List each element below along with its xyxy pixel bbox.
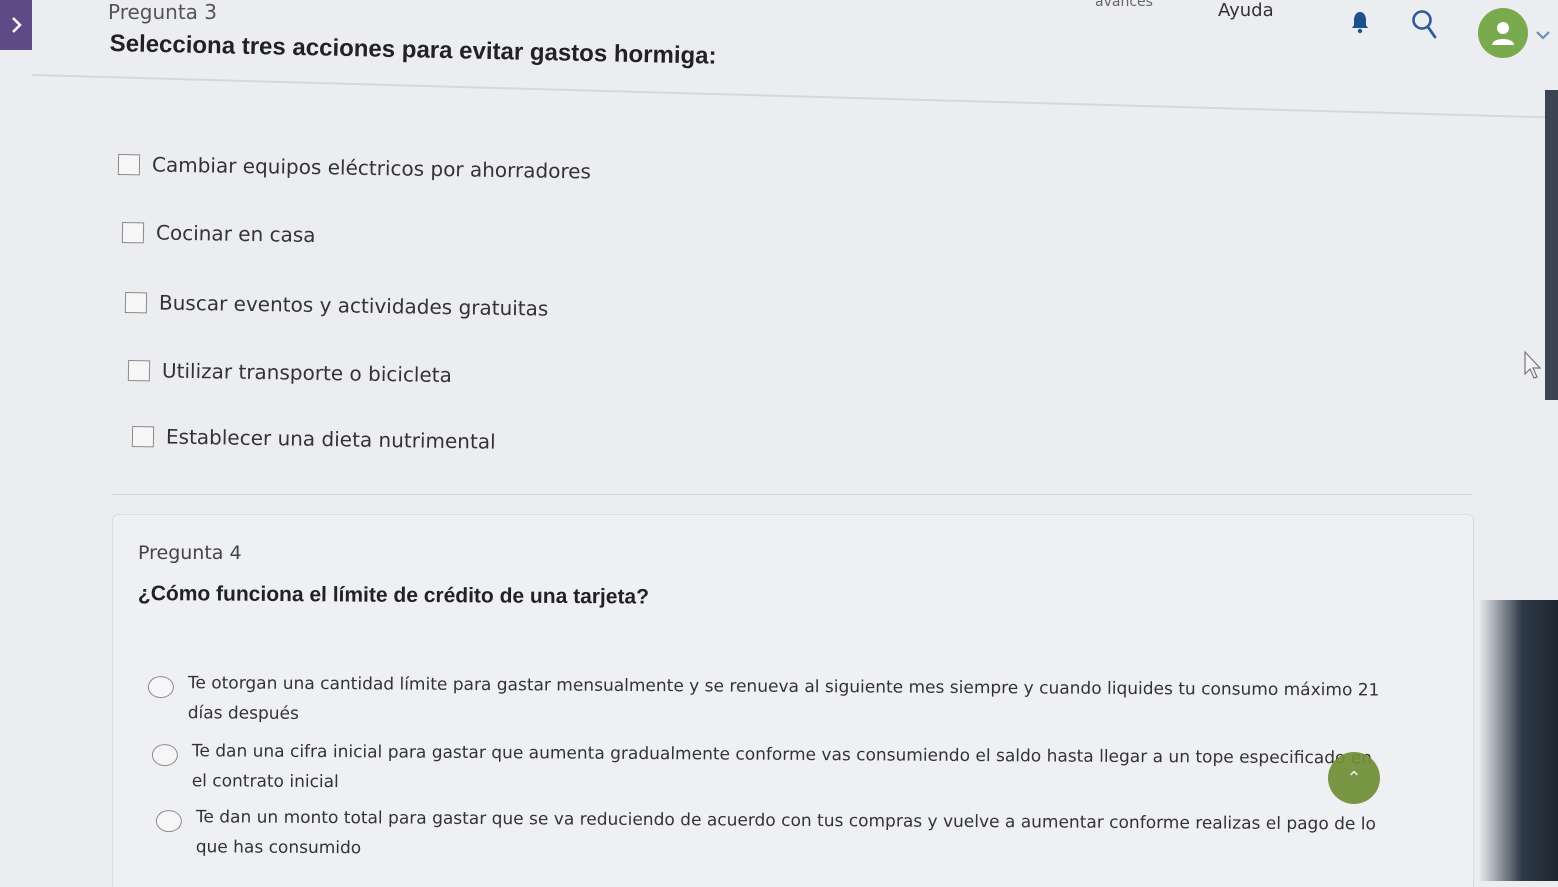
question-4-title: ¿Cómo funciona el límite de crédito de u… <box>137 582 650 609</box>
checkbox[interactable] <box>121 221 145 243</box>
option-label: Establecer una dieta nutrimental <box>165 424 496 454</box>
avances-link[interactable]: avances <box>1095 0 1153 10</box>
q3-option-2[interactable]: Cocinar en casa <box>121 220 316 248</box>
section-divider <box>112 494 1472 495</box>
search-icon[interactable] <box>1410 8 1438 40</box>
checkbox[interactable] <box>127 359 151 381</box>
option-label: Te otorgan una cantidad límite para gast… <box>187 673 1380 724</box>
user-avatar[interactable] <box>1478 8 1528 58</box>
radio-button[interactable] <box>151 743 178 767</box>
screen-edge-shadow <box>1478 600 1558 881</box>
q3-option-4[interactable]: Utilizar transporte o bicicleta <box>127 358 453 388</box>
q4-option-2[interactable]: Te dan una cifra inicial para gastar que… <box>151 736 1392 804</box>
radio-button[interactable] <box>155 809 182 833</box>
option-label: Cocinar en casa <box>155 220 316 248</box>
q4-option-3[interactable]: Te dan un monto total para gastar que se… <box>155 802 1396 870</box>
question-3-label: Pregunta 3 <box>108 0 218 24</box>
chevron-right-icon <box>12 17 22 33</box>
chevron-down-icon[interactable] <box>1534 28 1552 42</box>
mouse-cursor-icon <box>1524 350 1542 379</box>
option-label: Buscar eventos y actividades gratuitas <box>158 290 549 321</box>
sidebar-toggle-button[interactable] <box>0 0 32 50</box>
option-label: Te dan una cifra inicial para gastar que… <box>191 741 1373 793</box>
checkbox[interactable] <box>131 425 155 447</box>
user-icon <box>1492 22 1514 45</box>
scroll-to-top-button[interactable]: ⌃ <box>1328 752 1380 804</box>
q4-option-1[interactable]: Te otorgan una cantidad límite para gast… <box>147 668 1388 736</box>
q3-option-5[interactable]: Establecer una dieta nutrimental <box>131 424 496 454</box>
question-4-label: Pregunta 4 <box>138 542 242 564</box>
q3-option-3[interactable]: Buscar eventos y actividades gratuitas <box>124 290 549 321</box>
option-label: Utilizar transporte o bicicleta <box>161 358 453 388</box>
radio-button[interactable] <box>147 675 174 699</box>
help-link[interactable]: Ayuda <box>1218 0 1274 21</box>
q3-option-1[interactable]: Cambiar equipos eléctricos por ahorrador… <box>117 152 592 184</box>
scrollbar[interactable] <box>1545 90 1558 400</box>
option-label: Cambiar equipos eléctricos por ahorrador… <box>151 152 592 184</box>
double-chevron-up-icon: ⌃ <box>1346 767 1362 789</box>
bell-icon[interactable] <box>1350 10 1370 34</box>
option-label: Te dan un monto total para gastar que se… <box>195 807 1377 859</box>
header-divider <box>32 12 1558 119</box>
question-3-title: Selecciona tres acciones para evitar gas… <box>109 30 717 70</box>
checkbox[interactable] <box>117 153 141 175</box>
checkbox[interactable] <box>124 291 148 313</box>
